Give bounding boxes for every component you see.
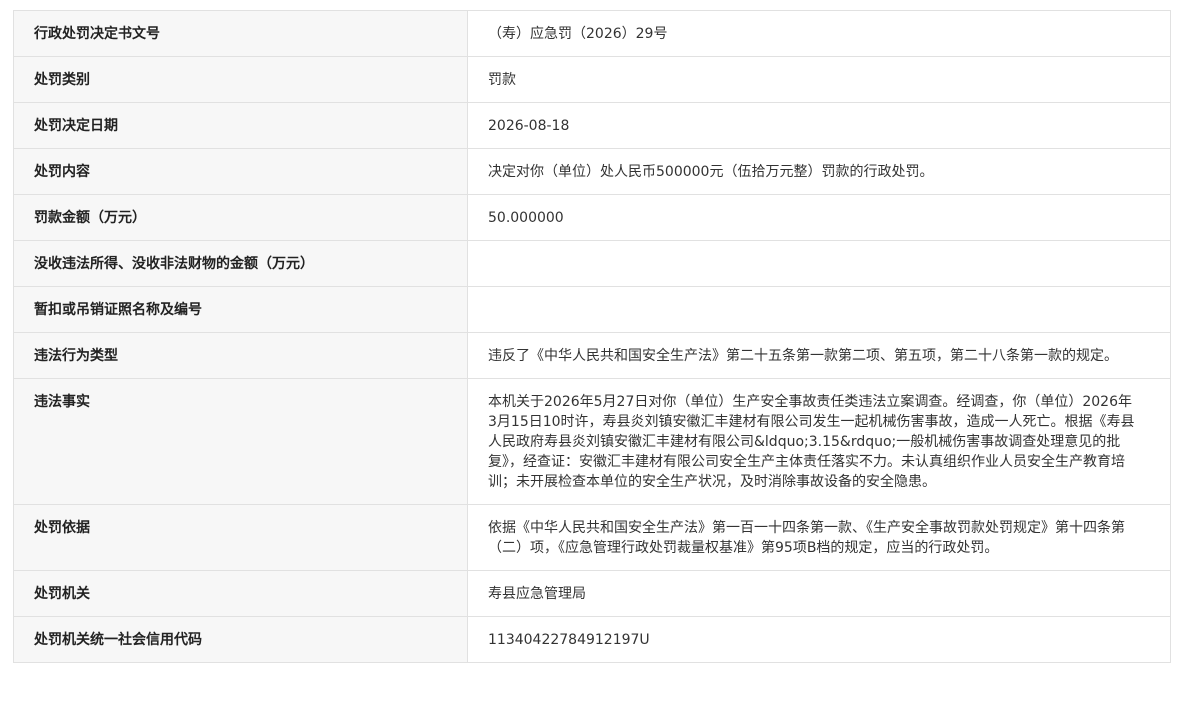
row-value-decision-date: 2026-08-18 — [467, 102, 1171, 149]
row-value-confiscation — [467, 240, 1171, 287]
row-label-decision-no: 行政处罚决定书文号 — [13, 10, 468, 57]
row-value-basis: 依据《中华人民共和国安全生产法》第一百一十四条第一款、《生产安全事故罚款处罚规定… — [467, 504, 1171, 571]
row-value-credit-code: 11340422784912197U — [467, 616, 1171, 663]
row-value-license — [467, 286, 1171, 333]
row-value-fine-amount: 50.000000 — [467, 194, 1171, 241]
page: 行政处罚决定书文号 （寿）应急罚（2026）29号 处罚类别 罚款 处罚决定日期… — [0, 0, 1183, 702]
row-label-content: 处罚内容 — [13, 148, 468, 195]
row-label-credit-code: 处罚机关统一社会信用代码 — [13, 616, 468, 663]
table-row: 违法行为类型 违反了《中华人民共和国安全生产法》第二十五条第一款第二项、第五项，… — [13, 332, 1171, 379]
table-row: 没收违法所得、没收非法财物的金额（万元） — [13, 240, 1171, 287]
row-label-violation-type: 违法行为类型 — [13, 332, 468, 379]
row-label-category: 处罚类别 — [13, 56, 468, 103]
table-row: 处罚类别 罚款 — [13, 56, 1171, 103]
row-label-authority: 处罚机关 — [13, 570, 468, 617]
row-value-category: 罚款 — [467, 56, 1171, 103]
table-row: 行政处罚决定书文号 （寿）应急罚（2026）29号 — [13, 10, 1171, 57]
row-value-violation-type: 违反了《中华人民共和国安全生产法》第二十五条第一款第二项、第五项，第二十八条第一… — [467, 332, 1171, 379]
row-label-basis: 处罚依据 — [13, 504, 468, 571]
table-row: 处罚机关统一社会信用代码 11340422784912197U — [13, 616, 1171, 663]
table-row: 处罚决定日期 2026-08-18 — [13, 102, 1171, 149]
table-row: 处罚机关 寿县应急管理局 — [13, 570, 1171, 617]
table-row: 处罚内容 决定对你（单位）处人民币500000元（伍拾万元整）罚款的行政处罚。 — [13, 148, 1171, 195]
table-row: 违法事实 本机关于2026年5月27日对你（单位）生产安全事故责任类违法立案调查… — [13, 378, 1171, 505]
row-label-license: 暂扣或吊销证照名称及编号 — [13, 286, 468, 333]
row-value-decision-no: （寿）应急罚（2026）29号 — [467, 10, 1171, 57]
penalty-detail-table: 行政处罚决定书文号 （寿）应急罚（2026）29号 处罚类别 罚款 处罚决定日期… — [13, 10, 1171, 663]
row-label-confiscation: 没收违法所得、没收非法财物的金额（万元） — [13, 240, 468, 287]
row-label-facts: 违法事实 — [13, 378, 468, 505]
table-row: 处罚依据 依据《中华人民共和国安全生产法》第一百一十四条第一款、《生产安全事故罚… — [13, 504, 1171, 571]
table-row: 罚款金额（万元） 50.000000 — [13, 194, 1171, 241]
row-value-facts: 本机关于2026年5月27日对你（单位）生产安全事故责任类违法立案调查。经调查，… — [467, 378, 1171, 505]
row-value-content: 决定对你（单位）处人民币500000元（伍拾万元整）罚款的行政处罚。 — [467, 148, 1171, 195]
table-row: 暂扣或吊销证照名称及编号 — [13, 286, 1171, 333]
row-label-decision-date: 处罚决定日期 — [13, 102, 468, 149]
row-label-fine-amount: 罚款金额（万元） — [13, 194, 468, 241]
row-value-authority: 寿县应急管理局 — [467, 570, 1171, 617]
